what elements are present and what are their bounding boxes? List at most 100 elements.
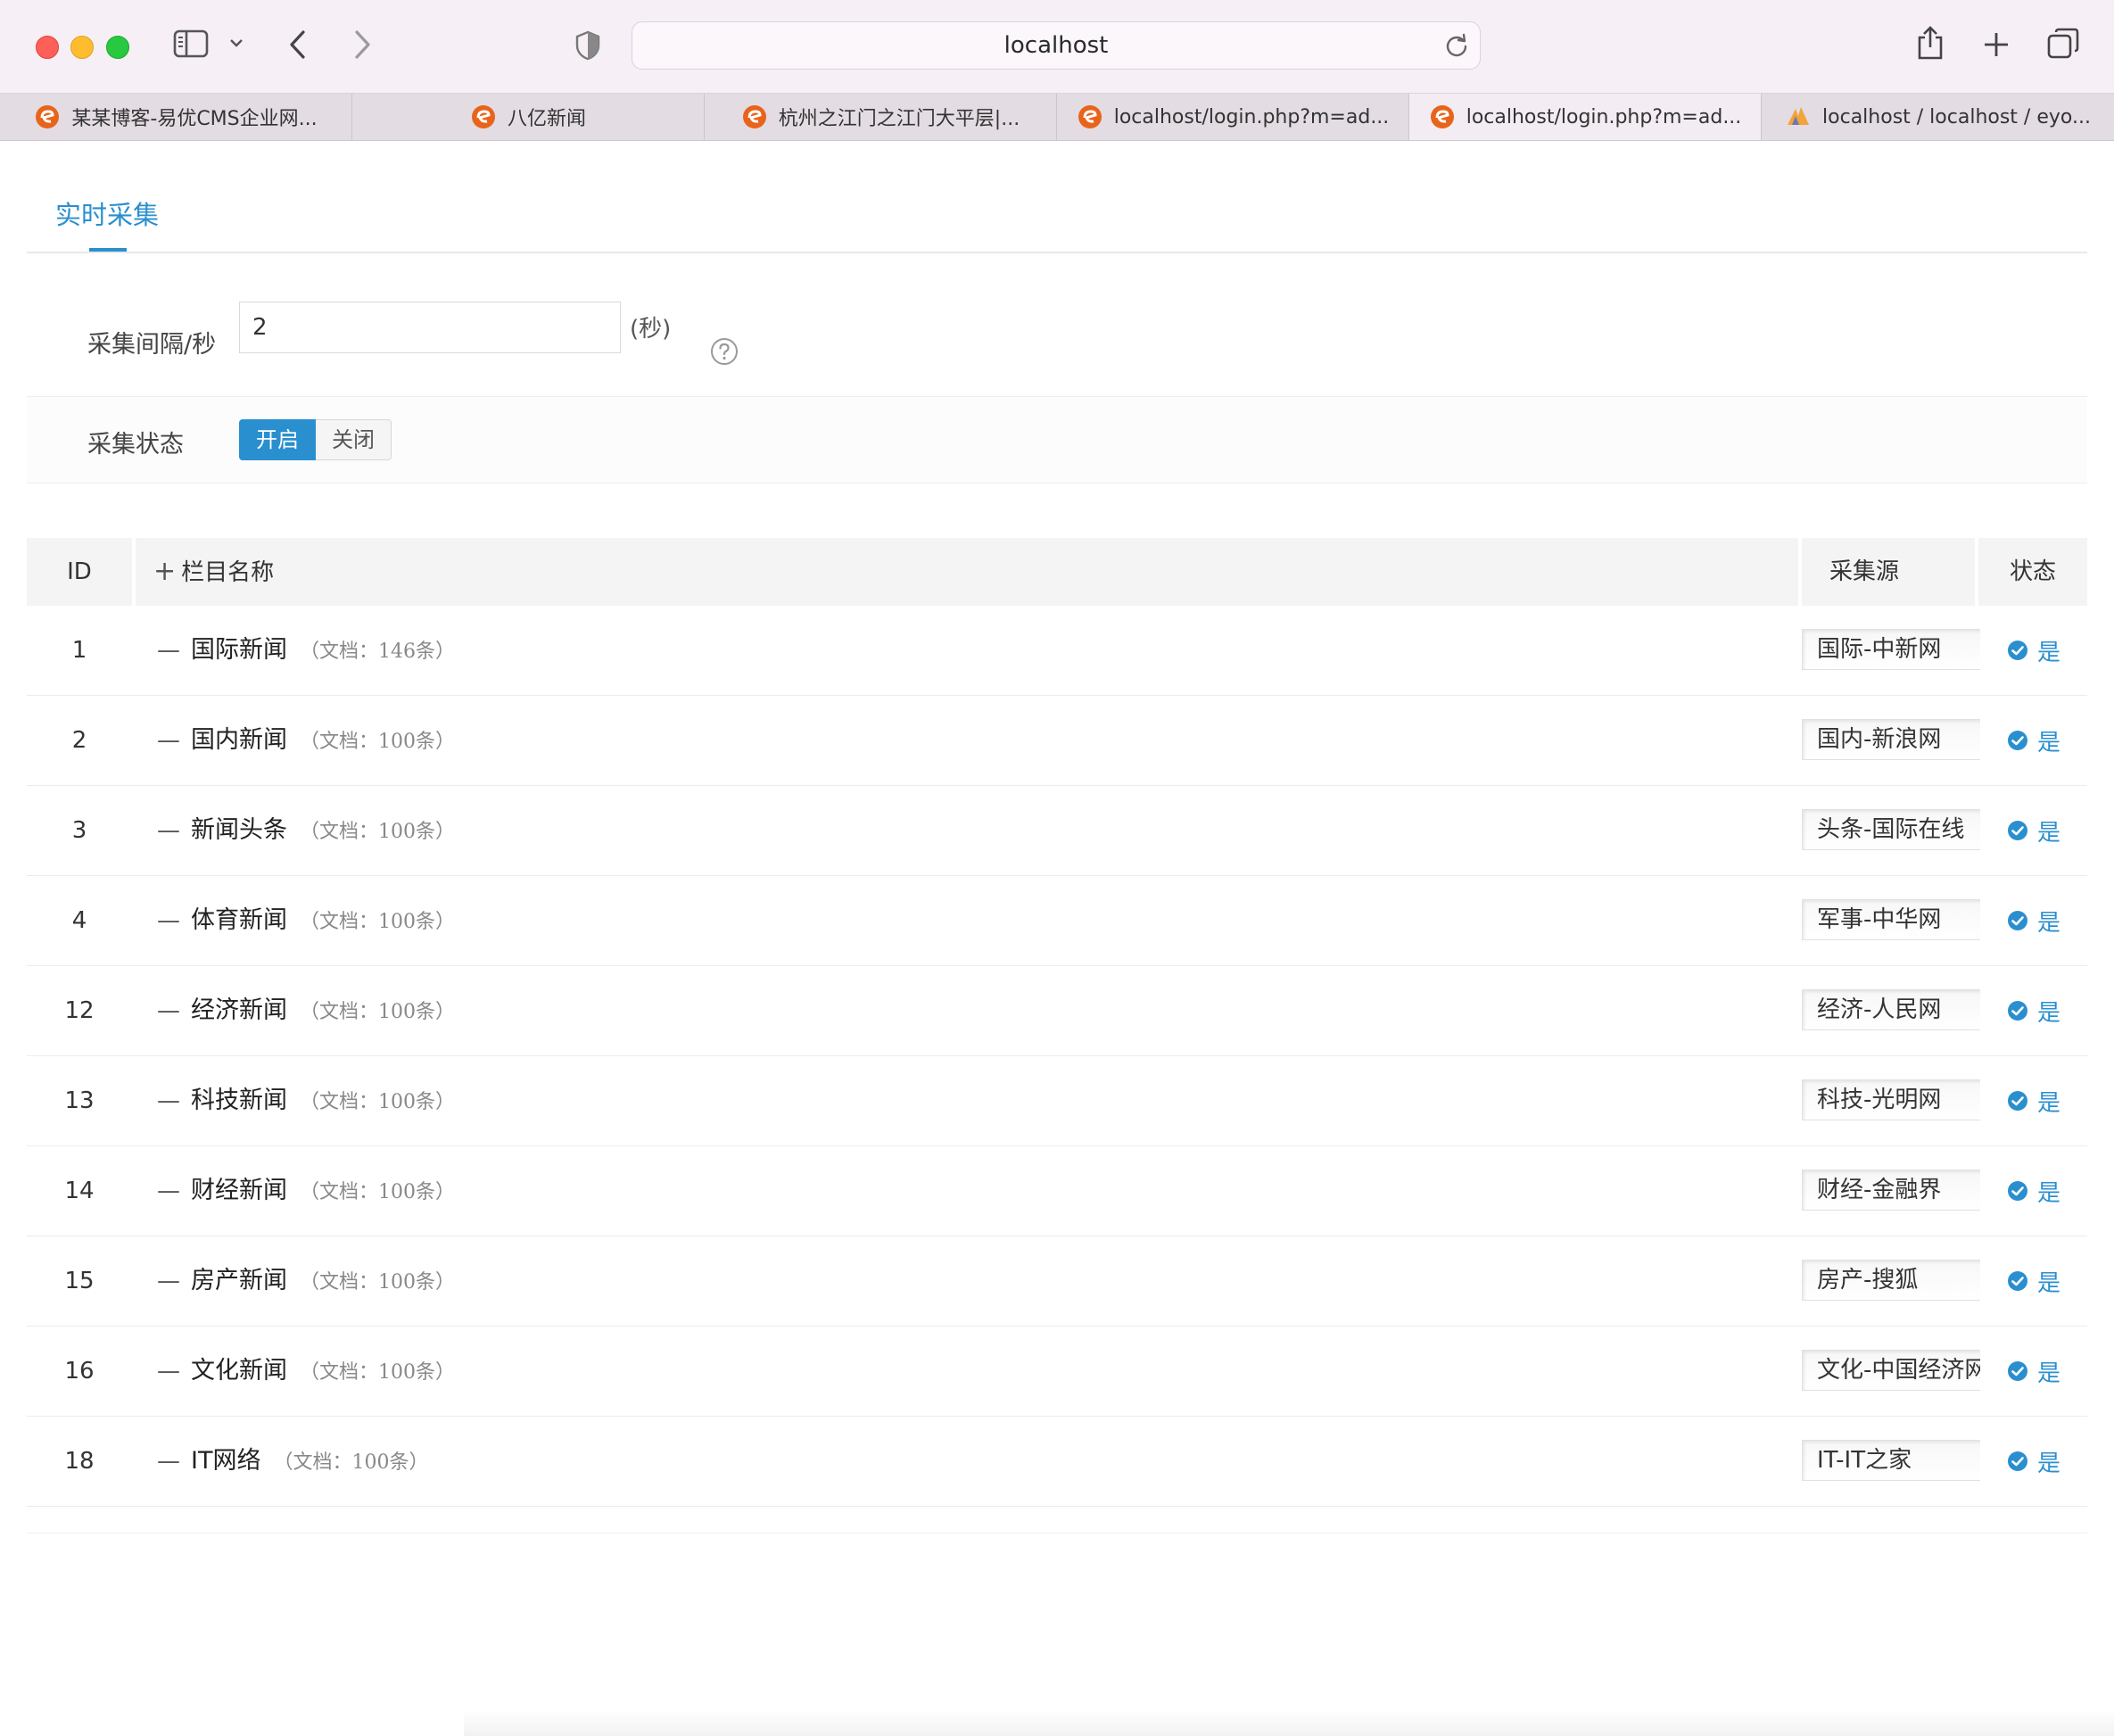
check-circle-icon (2008, 1091, 2027, 1111)
row-name: 文化新闻 (191, 1357, 287, 1385)
row-status-label: 是 (2037, 1360, 2061, 1387)
eyou-logo-icon (471, 105, 495, 128)
row-status-toggle[interactable]: 是 (2007, 696, 2060, 785)
forward-button[interactable] (350, 29, 375, 61)
expand-all-icon[interactable]: + (153, 556, 176, 587)
collapse-icon[interactable]: — (157, 1268, 180, 1294)
row-status-label: 是 (2037, 909, 2061, 937)
minimize-window-button[interactable] (70, 36, 94, 59)
address-text: localhost (1003, 32, 1109, 59)
row-status-toggle[interactable]: 是 (2007, 1236, 2060, 1326)
row-doc-count: （文档：100条） (300, 911, 455, 933)
collapse-icon[interactable]: — (157, 1178, 180, 1204)
browser-tab-bar: 某某博客-易优CMS企业网... 八亿新闻 杭州之江门之江门大平层|... lo… (0, 94, 2114, 141)
row-source-input[interactable]: 头条-国际在线 (1802, 809, 1980, 850)
header-source: 采集源 (1829, 558, 1899, 585)
privacy-shield-button[interactable] (574, 30, 601, 61)
check-circle-icon (2008, 911, 2027, 930)
row-name: 经济新闻 (191, 996, 287, 1024)
collapse-icon[interactable]: — (157, 1087, 180, 1114)
row-source-input[interactable]: 财经-金融界 (1802, 1170, 1980, 1211)
row-status-toggle[interactable]: 是 (2007, 966, 2060, 1055)
row-status-toggle[interactable]: 是 (2007, 1056, 2060, 1145)
row-source-input[interactable]: 国际-中新网 (1802, 629, 1980, 670)
browser-tab-label: localhost/login.php?m=ad... (1113, 105, 1390, 128)
table-row: 4 — 体育新闻 （文档：100条） 军事-中华网 是 (27, 876, 2087, 966)
browser-tab-label: 八亿新闻 (507, 108, 586, 130)
row-source-input[interactable]: 军事-中华网 (1802, 899, 1980, 940)
eyou-logo-icon (1078, 105, 1102, 128)
row-id: 3 (71, 817, 87, 844)
collapse-icon[interactable]: — (157, 907, 180, 934)
row-id: 18 (64, 1448, 95, 1475)
row-status-label: 是 (2037, 1089, 2061, 1117)
row-source-input[interactable]: 文化-中国经济网 (1802, 1350, 1980, 1391)
tab-realtime-collect[interactable]: 实时采集 (55, 194, 159, 232)
header-id: ID (67, 558, 92, 585)
collapse-icon[interactable]: — (157, 817, 180, 844)
check-circle-icon (2008, 1451, 2027, 1471)
row-name: 科技新闻 (191, 1087, 287, 1114)
browser-toolbar: localhost (0, 0, 2114, 94)
collapse-icon[interactable]: — (157, 637, 180, 664)
switch-off-button[interactable]: 关闭 (316, 419, 392, 460)
help-button[interactable] (710, 337, 739, 369)
window-bottom-shadow (464, 1709, 2114, 1736)
new-tab-button[interactable] (1982, 30, 2011, 59)
row-source-input[interactable]: 房产-搜狐 (1802, 1260, 1980, 1301)
column-table: ID + 栏目名称 采集源 状态 1 — 国际新闻 （文档：146条） 国际-中新网 … (27, 538, 2087, 1507)
row-doc-count: （文档：100条） (300, 1091, 455, 1113)
browser-tab-label: localhost/login.php?m=ad... (1466, 105, 1742, 128)
row-name-cell: — 国际新闻 （文档：146条） (157, 606, 455, 695)
row-source-input[interactable]: 经济-人民网 (1802, 989, 1980, 1030)
row-doc-count: （文档：100条） (300, 1271, 455, 1294)
row-id: 16 (64, 1358, 95, 1385)
row-status-toggle[interactable]: 是 (2007, 606, 2060, 695)
row-source-input[interactable]: 国内-新浪网 (1802, 719, 1980, 760)
reload-button[interactable] (1444, 33, 1469, 62)
check-circle-icon (2008, 641, 2027, 660)
eyou-logo-icon (742, 105, 766, 128)
row-name-cell: — 经济新闻 （文档：100条） (157, 966, 455, 1055)
sidebar-toggle-button[interactable] (173, 29, 209, 59)
browser-tab-2[interactable]: 八亿新闻 (352, 94, 705, 140)
row-status-toggle[interactable]: 是 (2007, 1327, 2060, 1416)
collapse-icon[interactable]: — (157, 1358, 180, 1385)
check-circle-icon (2008, 1001, 2027, 1021)
back-button[interactable] (285, 29, 310, 61)
row-status-label: 是 (2037, 1450, 2061, 1477)
row-source-input[interactable]: IT-IT之家 (1802, 1440, 1980, 1481)
row-name-cell: — 财经新闻 （文档：100条） (157, 1146, 455, 1236)
status-label: 采集状态 (87, 431, 184, 459)
collapse-icon[interactable]: — (157, 727, 180, 754)
header-name[interactable]: + 栏目名称 (153, 538, 274, 606)
tab-divider (27, 252, 2087, 253)
row-name-cell: — 房产新闻 （文档：100条） (157, 1236, 455, 1326)
collapse-icon[interactable]: — (157, 1448, 180, 1475)
row-id: 2 (71, 727, 87, 754)
row-status-toggle[interactable]: 是 (2007, 1417, 2060, 1506)
interval-input[interactable]: 2 (239, 302, 621, 353)
browser-tab-3[interactable]: 杭州之江门之江门大平层|... (705, 94, 1057, 140)
tab-overview-icon (2047, 28, 2079, 59)
row-status-toggle[interactable]: 是 (2007, 786, 2060, 875)
row-status-toggle[interactable]: 是 (2007, 1146, 2060, 1236)
row-status-toggle[interactable]: 是 (2007, 876, 2060, 965)
share-button[interactable] (1916, 25, 1945, 61)
close-window-button[interactable] (36, 36, 59, 59)
zoom-window-button[interactable] (106, 36, 129, 59)
header-separator (132, 538, 136, 606)
switch-on-button[interactable]: 开启 (239, 419, 316, 460)
tab-overview-button[interactable] (2046, 27, 2080, 61)
row-source-input[interactable]: 科技-光明网 (1802, 1079, 1980, 1120)
row-status-label: 是 (2037, 1269, 2061, 1297)
collapse-icon[interactable]: — (157, 997, 180, 1024)
browser-tab-4[interactable]: localhost/login.php?m=ad... (1057, 94, 1409, 140)
browser-tab-1[interactable]: 某某博客-易优CMS企业网... (0, 94, 352, 140)
row-name: 体育新闻 (191, 906, 287, 934)
sidebar-menu-button[interactable] (228, 36, 244, 50)
chevron-down-icon (230, 39, 243, 47)
browser-tab-6[interactable]: localhost / localhost / eyo... (1762, 94, 2114, 140)
browser-tab-5-active[interactable]: localhost/login.php?m=ad... (1409, 94, 1762, 140)
address-bar[interactable]: localhost (632, 21, 1481, 70)
